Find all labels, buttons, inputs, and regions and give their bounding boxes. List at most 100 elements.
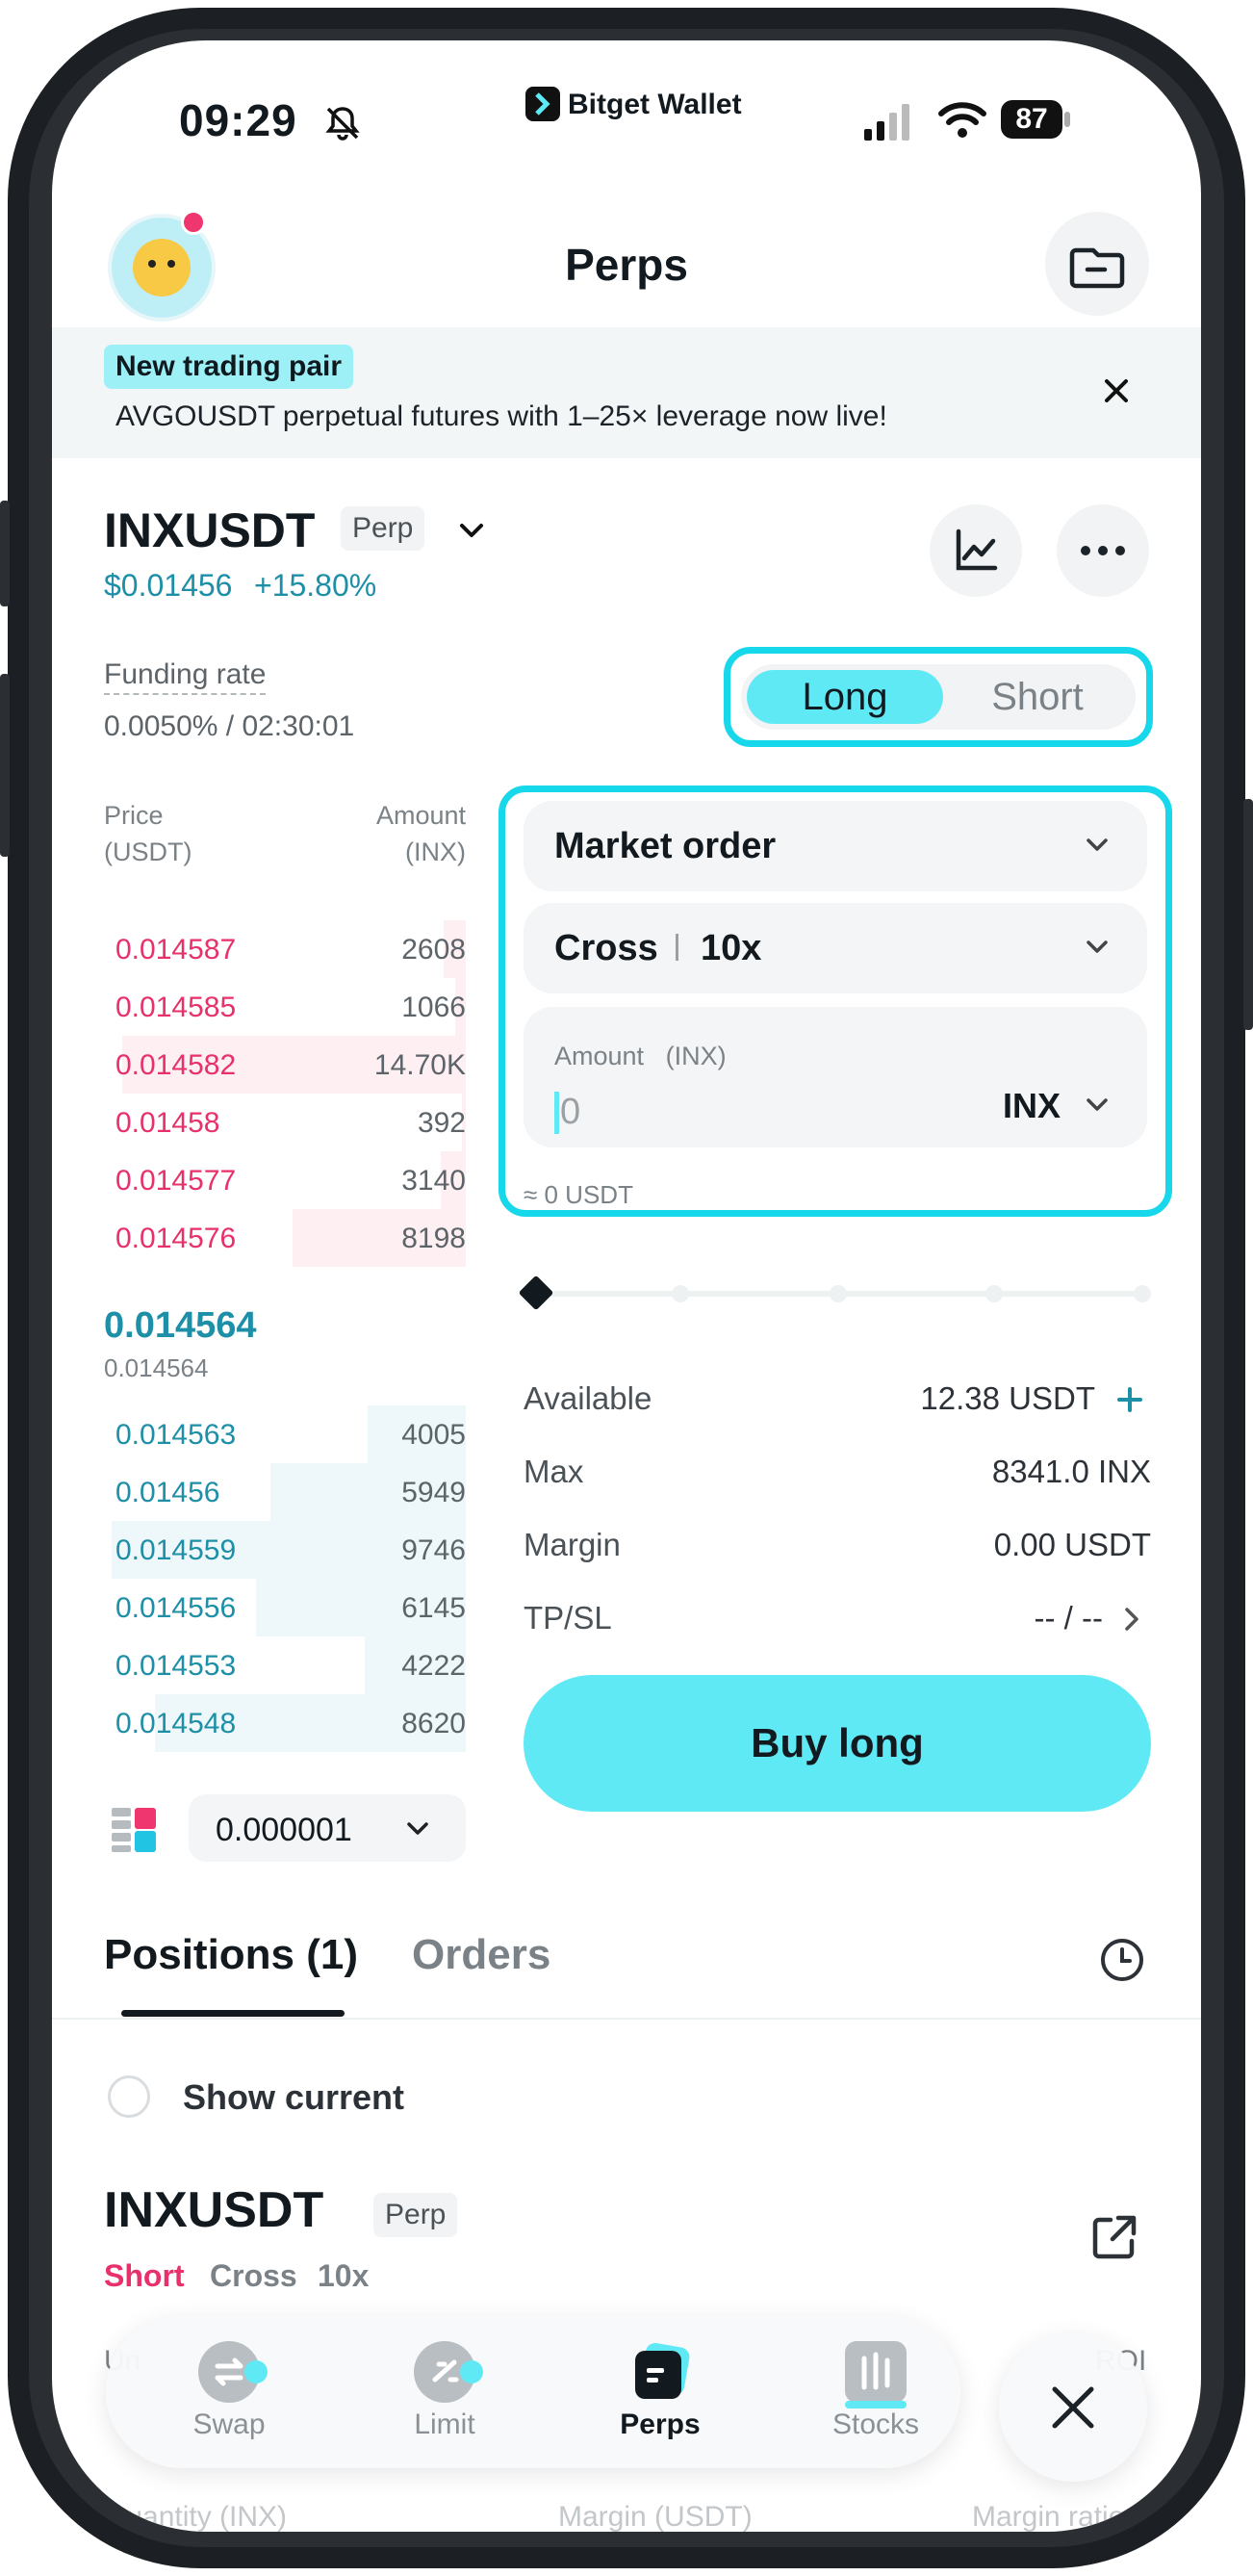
chevron-down-icon [407, 1822, 428, 1835]
position-margin-label: Margin (USDT) [558, 2501, 753, 2532]
show-current-checkbox[interactable] [108, 2075, 150, 2118]
bid-row[interactable]: 0.014548 8620 [104, 1694, 466, 1752]
share-external-icon[interactable] [1087, 2210, 1141, 2264]
orderbook-price-header: Price (USDT) [104, 801, 192, 866]
row-amount: 4222 [401, 1650, 466, 1682]
bitget-logo-icon [525, 87, 560, 121]
swap-icon [198, 2341, 268, 2403]
close-icon [1052, 2386, 1094, 2429]
amount-currency[interactable]: INX [1003, 1086, 1061, 1126]
mid-price[interactable]: 0.014564 [104, 1305, 257, 1347]
bid-row[interactable]: 0.014556 6145 [104, 1579, 466, 1636]
ask-row[interactable]: 0.014577 3140 [104, 1151, 466, 1209]
amount-field[interactable] [524, 1007, 1147, 1147]
screen: 09:29 Bitget Wallet 87 Perps New trading… [52, 40, 1201, 2532]
folder-icon [1069, 247, 1125, 289]
row-price: 0.014563 [115, 1419, 237, 1451]
funding-rate-label[interactable]: Funding rate [104, 658, 267, 695]
ask-row[interactable]: 0.01458 392 [104, 1094, 466, 1151]
row-price: 0.014556 [115, 1592, 237, 1624]
row-price: 0.014577 [115, 1165, 237, 1197]
more-dots-icon [1081, 546, 1125, 555]
available-value: 12.38 USDT [920, 1380, 1095, 1416]
chart-button[interactable] [930, 504, 1022, 597]
limit-icon [414, 2341, 483, 2403]
row-amount: 14.70K [373, 1049, 466, 1081]
phone-side-button [0, 674, 10, 857]
order-type-value: Market order [554, 826, 777, 866]
bid-row[interactable]: 0.014553 4222 [104, 1636, 466, 1694]
tpsl-value: -- / -- [1034, 1600, 1103, 1636]
tick-size-value: 0.000001 [216, 1812, 352, 1848]
row-amount: 2608 [401, 934, 466, 966]
bid-row[interactable]: 0.01456 5949 [104, 1463, 466, 1521]
row-price: 0.014553 [115, 1650, 237, 1682]
row-price: 0.014576 [115, 1223, 237, 1254]
amount-label: Amount (INX) [554, 1042, 727, 1070]
position-margin-ratio-label: Margin ratio [972, 2501, 1124, 2532]
row-price: 0.01456 [115, 1477, 220, 1508]
ask-row[interactable]: 0.014576 8198 [104, 1209, 466, 1267]
pair-change: +15.80% [254, 568, 377, 603]
chevron-down-icon [1087, 940, 1108, 953]
row-price: 0.014585 [115, 992, 237, 1023]
tab-orders[interactable]: Orders [412, 1931, 550, 1979]
close-nav-button[interactable] [999, 2333, 1147, 2482]
margin-mode-value: Cross [554, 928, 658, 968]
pair-symbol[interactable]: INXUSDT [104, 502, 315, 558]
nav-perps[interactable]: Perps [574, 2316, 747, 2441]
wallet-button[interactable] [1045, 212, 1149, 316]
text-cursor [554, 1092, 559, 1134]
row-amount: 5949 [401, 1477, 466, 1508]
nav-swap[interactable]: Swap [142, 2316, 316, 2441]
short-tab[interactable]: Short [943, 670, 1132, 724]
bottom-nav: Swap Limit Perps Stocks [106, 2316, 960, 2468]
chevron-down-icon [1087, 838, 1108, 851]
banner-text: AVGOUSDT perpetual futures with 1–25× le… [115, 400, 887, 432]
close-icon[interactable] [1101, 375, 1132, 406]
row-amount: 6145 [401, 1592, 466, 1624]
tab-positions[interactable]: Positions (1) [104, 1931, 358, 1979]
leverage-value: 10x [701, 928, 762, 968]
mute-bell-icon [325, 107, 360, 141]
row-amount: 8198 [401, 1223, 466, 1254]
ask-row[interactable]: 0.014582 14.70K [104, 1036, 466, 1094]
battery-tip [1064, 112, 1070, 127]
chevron-down-icon[interactable] [1080, 1088, 1114, 1122]
chevron-right-icon[interactable] [1114, 1602, 1149, 1636]
active-tab-indicator [121, 2010, 345, 2017]
orderbook-layout-icon[interactable] [112, 1808, 156, 1852]
row-amount: 8620 [401, 1708, 466, 1739]
buy-long-button[interactable]: Buy long [524, 1675, 1151, 1812]
row-price: 0.014548 [115, 1708, 237, 1739]
bid-row[interactable]: 0.014563 4005 [104, 1405, 466, 1463]
chart-icon [956, 528, 998, 571]
long-tab[interactable]: Long [747, 670, 943, 724]
amount-input[interactable]: 0 [560, 1092, 580, 1133]
margin-value: 0.00 USDT [993, 1527, 1151, 1562]
row-price: 0.014582 [115, 1049, 237, 1081]
perps-icon [629, 2341, 691, 2403]
nav-stocks[interactable]: Stocks [789, 2316, 962, 2441]
position-quantity-label: Quantity (INX) [104, 2501, 288, 2532]
phone-side-button [1243, 799, 1253, 1030]
bid-row[interactable]: 0.014559 9746 [104, 1521, 466, 1579]
ask-row[interactable]: 0.014587 2608 [104, 920, 466, 978]
signal-icon [864, 104, 909, 141]
available-label: Available [524, 1380, 652, 1416]
tpsl-label: TP/SL [524, 1600, 612, 1636]
notification-dot [181, 210, 206, 235]
status-time: 09:29 [179, 95, 297, 145]
ask-row[interactable]: 0.014585 1066 [104, 978, 466, 1036]
nav-limit[interactable]: Limit [358, 2316, 531, 2441]
row-amount: 4005 [401, 1419, 466, 1451]
funding-rate-value: 0.0050% / 02:30:01 [104, 710, 355, 742]
slider-thumb[interactable] [518, 1275, 554, 1311]
phone-side-button [0, 501, 10, 606]
field-divider [676, 934, 678, 961]
history-clock-icon[interactable] [1097, 1935, 1147, 1985]
nav-stocks-label: Stocks [831, 2409, 920, 2440]
plus-icon[interactable] [1112, 1382, 1147, 1417]
more-button[interactable] [1057, 504, 1149, 597]
chevron-down-icon[interactable] [452, 512, 491, 551]
